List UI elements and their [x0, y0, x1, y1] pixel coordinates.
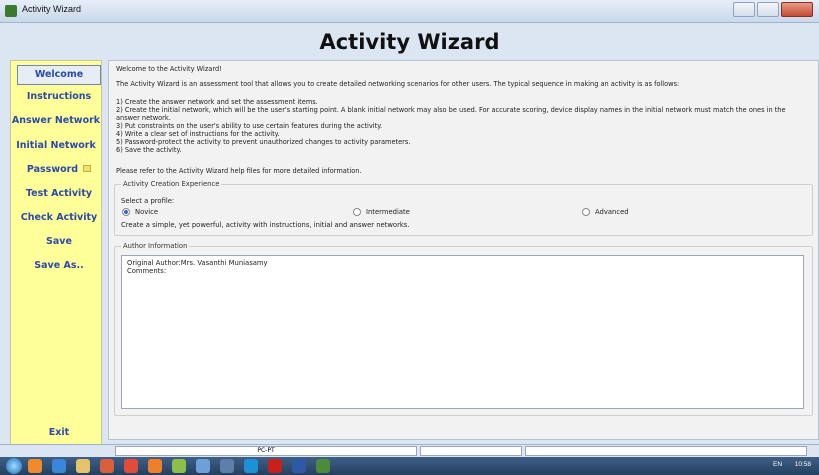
experience-group: Activity Creation Experience Select a pr… [114, 180, 813, 236]
author-group: Author Information Original Author:Mrs. … [114, 242, 813, 416]
app-icon[interactable] [196, 459, 210, 473]
pdf-icon[interactable] [268, 459, 282, 473]
app-icon[interactable] [172, 459, 186, 473]
step-item: 4) Write a clear set of instructions for… [116, 130, 280, 138]
media-player-icon[interactable] [148, 459, 162, 473]
skype-icon[interactable] [244, 459, 258, 473]
chrome-icon[interactable] [124, 459, 138, 473]
system-tray: EN 10:58 [773, 461, 811, 468]
experience-legend: Activity Creation Experience [121, 180, 222, 188]
radio-selected-icon [122, 208, 130, 216]
app-icon [5, 5, 17, 17]
author-legend: Author Information [121, 242, 190, 250]
status-field: PC-PT [115, 446, 417, 456]
sidebar-item-password[interactable]: Password [15, 161, 103, 179]
ie-icon[interactable] [52, 459, 66, 473]
radio-label: Advanced [595, 208, 629, 216]
sidebar-item-answer-network[interactable]: Answer Network [11, 112, 101, 130]
wizard-header: Activity Wizard [0, 24, 819, 58]
radio-icon [582, 208, 590, 216]
profile-description: Create a simple, yet powerful, activity … [121, 221, 410, 229]
sidebar-item-welcome[interactable]: Welcome [17, 65, 101, 85]
taskbar: EN 10:58 [0, 457, 819, 475]
window-controls [733, 2, 813, 17]
page-title: Activity Wizard [319, 30, 500, 54]
window-titlebar: Activity Wizard [0, 0, 819, 23]
sidebar-item-instructions[interactable]: Instructions [15, 88, 103, 106]
author-textarea[interactable]: Original Author:Mrs. Vasanthi Muniasamy … [121, 255, 804, 409]
sidebar-item-label: Password [26, 164, 79, 175]
sidebar-item-check-activity[interactable]: Check Activity [15, 209, 103, 227]
app-icon[interactable] [220, 459, 234, 473]
lock-icon [83, 165, 92, 172]
maximize-button[interactable] [757, 2, 779, 17]
window-title: Activity Wizard [22, 4, 82, 14]
status-bar: PC-PT [0, 444, 819, 457]
radio-icon [353, 208, 361, 216]
sidebar-item-initial-network[interactable]: Initial Network [11, 137, 101, 155]
welcome-heading: Welcome to the Activity Wizard! [116, 65, 222, 73]
step-item: 6) Save the activity. [116, 146, 182, 154]
radio-novice[interactable]: Novice [122, 208, 158, 216]
status-field-2 [420, 446, 522, 456]
folder-icon[interactable] [76, 459, 90, 473]
packet-tracer-icon[interactable] [316, 459, 330, 473]
sidebar-item-save[interactable]: Save [15, 233, 103, 251]
step-item: 5) Password-protect the activity to prev… [116, 138, 411, 146]
wizard-sidebar: Welcome Instructions Answer Network Init… [10, 60, 102, 446]
close-button[interactable] [781, 2, 813, 17]
step-item: 3) Put constraints on the user's ability… [116, 122, 383, 130]
clock: 10:58 [794, 461, 811, 468]
app-icon[interactable] [100, 459, 114, 473]
radio-label: Novice [135, 208, 159, 216]
app-icon[interactable] [28, 459, 42, 473]
step-item: answer network. [116, 114, 171, 122]
radio-intermediate[interactable]: Intermediate [353, 208, 410, 216]
author-line: Original Author:Mrs. Vasanthi Muniasamy [127, 259, 268, 267]
minimize-button[interactable] [733, 2, 755, 17]
welcome-panel: Welcome to the Activity Wizard! The Acti… [108, 60, 819, 440]
sidebar-item-test-activity[interactable]: Test Activity [15, 185, 103, 203]
help-text: Please refer to the Activity Wizard help… [116, 167, 362, 175]
radio-label: Intermediate [366, 208, 410, 216]
comments-line: Comments: [127, 267, 167, 275]
radio-advanced[interactable]: Advanced [582, 208, 629, 216]
status-field-3 [525, 446, 807, 456]
sidebar-item-save-as[interactable]: Save As.. [15, 257, 103, 275]
sidebar-item-exit[interactable]: Exit [15, 424, 103, 442]
step-item: 2) Create the initial network, which wil… [116, 106, 786, 114]
profile-prompt: Select a profile: [121, 197, 175, 205]
word-icon[interactable] [292, 459, 306, 473]
step-item: 1) Create the answer network and set the… [116, 98, 318, 106]
language-indicator: EN [773, 461, 783, 468]
intro-text: The Activity Wizard is an assessment too… [116, 80, 680, 88]
start-button-icon[interactable] [6, 458, 22, 474]
